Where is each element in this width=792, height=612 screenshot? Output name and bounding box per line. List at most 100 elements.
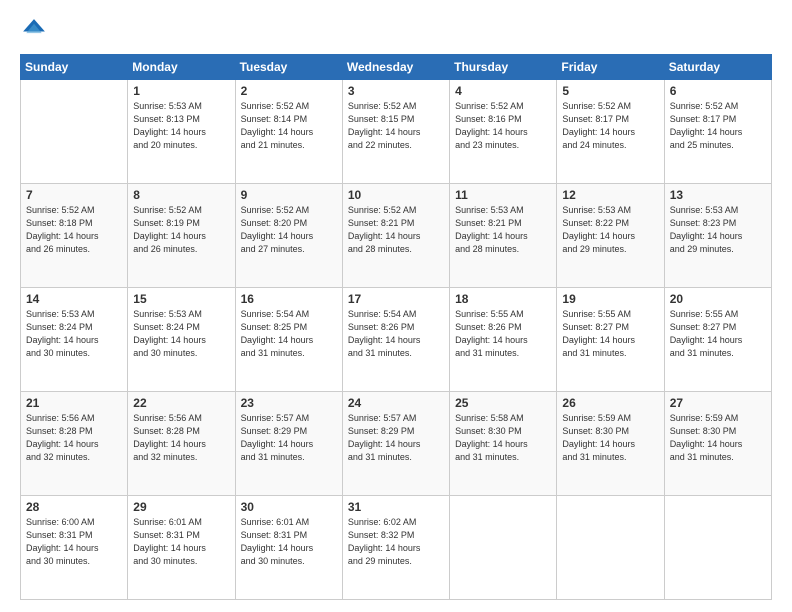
calendar-cell <box>557 496 664 600</box>
calendar-cell: 19 Sunrise: 5:55 AM Sunset: 8:27 PM Dayli… <box>557 288 664 392</box>
weekday-header-monday: Monday <box>128 55 235 80</box>
weekday-header-row: SundayMondayTuesdayWednesdayThursdayFrid… <box>21 55 772 80</box>
calendar-cell: 8 Sunrise: 5:52 AM Sunset: 8:19 PM Daylig… <box>128 184 235 288</box>
cell-info: Sunrise: 5:54 AM Sunset: 8:25 PM Dayligh… <box>241 308 337 360</box>
day-number: 22 <box>133 396 229 410</box>
cell-info: Sunrise: 5:53 AM Sunset: 8:21 PM Dayligh… <box>455 204 551 256</box>
day-number: 29 <box>133 500 229 514</box>
logo-icon <box>20 16 48 44</box>
day-number: 1 <box>133 84 229 98</box>
day-number: 14 <box>26 292 122 306</box>
calendar-cell: 6Sunrise: 5:52 AM Sunset: 8:17 PM Daylig… <box>664 80 771 184</box>
day-number: 27 <box>670 396 766 410</box>
day-number: 31 <box>348 500 444 514</box>
calendar-cell: 13 Sunrise: 5:53 AM Sunset: 8:23 PM Dayli… <box>664 184 771 288</box>
calendar-cell: 7Sunrise: 5:52 AM Sunset: 8:18 PM Daylig… <box>21 184 128 288</box>
cell-info: Sunrise: 5:52 AM Sunset: 8:16 PM Dayligh… <box>455 100 551 152</box>
day-number: 26 <box>562 396 658 410</box>
day-number: 5 <box>562 84 658 98</box>
calendar-cell: 25 Sunrise: 5:58 AM Sunset: 8:30 PM Dayli… <box>450 392 557 496</box>
calendar-cell: 18 Sunrise: 5:55 AM Sunset: 8:26 PM Dayli… <box>450 288 557 392</box>
cell-info: Sunrise: 5:54 AM Sunset: 8:26 PM Dayligh… <box>348 308 444 360</box>
cell-info: Sunrise: 5:52 AM Sunset: 8:21 PM Dayligh… <box>348 204 444 256</box>
cell-info: Sunrise: 5:55 AM Sunset: 8:27 PM Dayligh… <box>562 308 658 360</box>
day-number: 28 <box>26 500 122 514</box>
cell-info: Sunrise: 6:02 AM Sunset: 8:32 PM Dayligh… <box>348 516 444 568</box>
day-number: 12 <box>562 188 658 202</box>
cell-info: Sunrise: 5:56 AM Sunset: 8:28 PM Dayligh… <box>26 412 122 464</box>
day-number: 4 <box>455 84 551 98</box>
header <box>20 16 772 44</box>
cell-info: Sunrise: 5:59 AM Sunset: 8:30 PM Dayligh… <box>562 412 658 464</box>
cell-info: Sunrise: 5:52 AM Sunset: 8:19 PM Dayligh… <box>133 204 229 256</box>
cell-info: Sunrise: 5:52 AM Sunset: 8:17 PM Dayligh… <box>562 100 658 152</box>
weekday-header-sunday: Sunday <box>21 55 128 80</box>
cell-info: Sunrise: 5:52 AM Sunset: 8:20 PM Dayligh… <box>241 204 337 256</box>
calendar-table: SundayMondayTuesdayWednesdayThursdayFrid… <box>20 54 772 600</box>
day-number: 3 <box>348 84 444 98</box>
cell-info: Sunrise: 5:58 AM Sunset: 8:30 PM Dayligh… <box>455 412 551 464</box>
weekday-header-tuesday: Tuesday <box>235 55 342 80</box>
calendar-cell: 21Sunrise: 5:56 AM Sunset: 8:28 PM Dayli… <box>21 392 128 496</box>
day-number: 7 <box>26 188 122 202</box>
cell-info: Sunrise: 5:55 AM Sunset: 8:27 PM Dayligh… <box>670 308 766 360</box>
calendar-cell: 27 Sunrise: 5:59 AM Sunset: 8:30 PM Dayli… <box>664 392 771 496</box>
calendar-cell: 26 Sunrise: 5:59 AM Sunset: 8:30 PM Dayli… <box>557 392 664 496</box>
day-number: 11 <box>455 188 551 202</box>
cell-info: Sunrise: 5:53 AM Sunset: 8:23 PM Dayligh… <box>670 204 766 256</box>
cell-info: Sunrise: 5:57 AM Sunset: 8:29 PM Dayligh… <box>348 412 444 464</box>
calendar-cell: 4 Sunrise: 5:52 AM Sunset: 8:16 PM Daylig… <box>450 80 557 184</box>
week-row-3: 14 Sunrise: 5:53 AM Sunset: 8:24 PM Dayli… <box>21 288 772 392</box>
calendar-cell <box>664 496 771 600</box>
calendar-cell <box>21 80 128 184</box>
calendar-cell: 2Sunrise: 5:52 AM Sunset: 8:14 PM Daylig… <box>235 80 342 184</box>
calendar-cell: 17Sunrise: 5:54 AM Sunset: 8:26 PM Dayli… <box>342 288 449 392</box>
cell-info: Sunrise: 5:53 AM Sunset: 8:24 PM Dayligh… <box>133 308 229 360</box>
calendar-cell: 24Sunrise: 5:57 AM Sunset: 8:29 PM Dayli… <box>342 392 449 496</box>
cell-info: Sunrise: 6:01 AM Sunset: 8:31 PM Dayligh… <box>241 516 337 568</box>
calendar-cell: 11 Sunrise: 5:53 AM Sunset: 8:21 PM Dayli… <box>450 184 557 288</box>
calendar-cell: 1Sunrise: 5:53 AM Sunset: 8:13 PM Daylig… <box>128 80 235 184</box>
cell-info: Sunrise: 5:57 AM Sunset: 8:29 PM Dayligh… <box>241 412 337 464</box>
day-number: 25 <box>455 396 551 410</box>
day-number: 10 <box>348 188 444 202</box>
calendar-cell: 28 Sunrise: 6:00 AM Sunset: 8:31 PM Dayli… <box>21 496 128 600</box>
calendar-cell: 29 Sunrise: 6:01 AM Sunset: 8:31 PM Dayli… <box>128 496 235 600</box>
day-number: 13 <box>670 188 766 202</box>
cell-info: Sunrise: 5:53 AM Sunset: 8:24 PM Dayligh… <box>26 308 122 360</box>
cell-info: Sunrise: 6:01 AM Sunset: 8:31 PM Dayligh… <box>133 516 229 568</box>
cell-info: Sunrise: 5:53 AM Sunset: 8:22 PM Dayligh… <box>562 204 658 256</box>
calendar-cell: 20 Sunrise: 5:55 AM Sunset: 8:27 PM Dayli… <box>664 288 771 392</box>
cell-info: Sunrise: 5:52 AM Sunset: 8:17 PM Dayligh… <box>670 100 766 152</box>
day-number: 30 <box>241 500 337 514</box>
day-number: 20 <box>670 292 766 306</box>
weekday-header-friday: Friday <box>557 55 664 80</box>
calendar-cell: 15 Sunrise: 5:53 AM Sunset: 8:24 PM Dayli… <box>128 288 235 392</box>
week-row-5: 28 Sunrise: 6:00 AM Sunset: 8:31 PM Dayli… <box>21 496 772 600</box>
page: SundayMondayTuesdayWednesdayThursdayFrid… <box>0 0 792 612</box>
day-number: 2 <box>241 84 337 98</box>
day-number: 15 <box>133 292 229 306</box>
day-number: 19 <box>562 292 658 306</box>
cell-info: Sunrise: 5:56 AM Sunset: 8:28 PM Dayligh… <box>133 412 229 464</box>
weekday-header-wednesday: Wednesday <box>342 55 449 80</box>
calendar-cell: 23 Sunrise: 5:57 AM Sunset: 8:29 PM Dayli… <box>235 392 342 496</box>
weekday-header-thursday: Thursday <box>450 55 557 80</box>
day-number: 8 <box>133 188 229 202</box>
calendar-cell: 10 Sunrise: 5:52 AM Sunset: 8:21 PM Dayli… <box>342 184 449 288</box>
cell-info: Sunrise: 5:55 AM Sunset: 8:26 PM Dayligh… <box>455 308 551 360</box>
weekday-header-saturday: Saturday <box>664 55 771 80</box>
day-number: 18 <box>455 292 551 306</box>
day-number: 9 <box>241 188 337 202</box>
calendar-cell <box>450 496 557 600</box>
day-number: 16 <box>241 292 337 306</box>
cell-info: Sunrise: 6:00 AM Sunset: 8:31 PM Dayligh… <box>26 516 122 568</box>
day-number: 23 <box>241 396 337 410</box>
week-row-2: 7Sunrise: 5:52 AM Sunset: 8:18 PM Daylig… <box>21 184 772 288</box>
calendar-cell: 14 Sunrise: 5:53 AM Sunset: 8:24 PM Dayli… <box>21 288 128 392</box>
calendar-cell: 31 Sunrise: 6:02 AM Sunset: 8:32 PM Dayli… <box>342 496 449 600</box>
cell-info: Sunrise: 5:52 AM Sunset: 8:15 PM Dayligh… <box>348 100 444 152</box>
calendar-cell: 12 Sunrise: 5:53 AM Sunset: 8:22 PM Dayli… <box>557 184 664 288</box>
cell-info: Sunrise: 5:59 AM Sunset: 8:30 PM Dayligh… <box>670 412 766 464</box>
calendar-cell: 5 Sunrise: 5:52 AM Sunset: 8:17 PM Daylig… <box>557 80 664 184</box>
